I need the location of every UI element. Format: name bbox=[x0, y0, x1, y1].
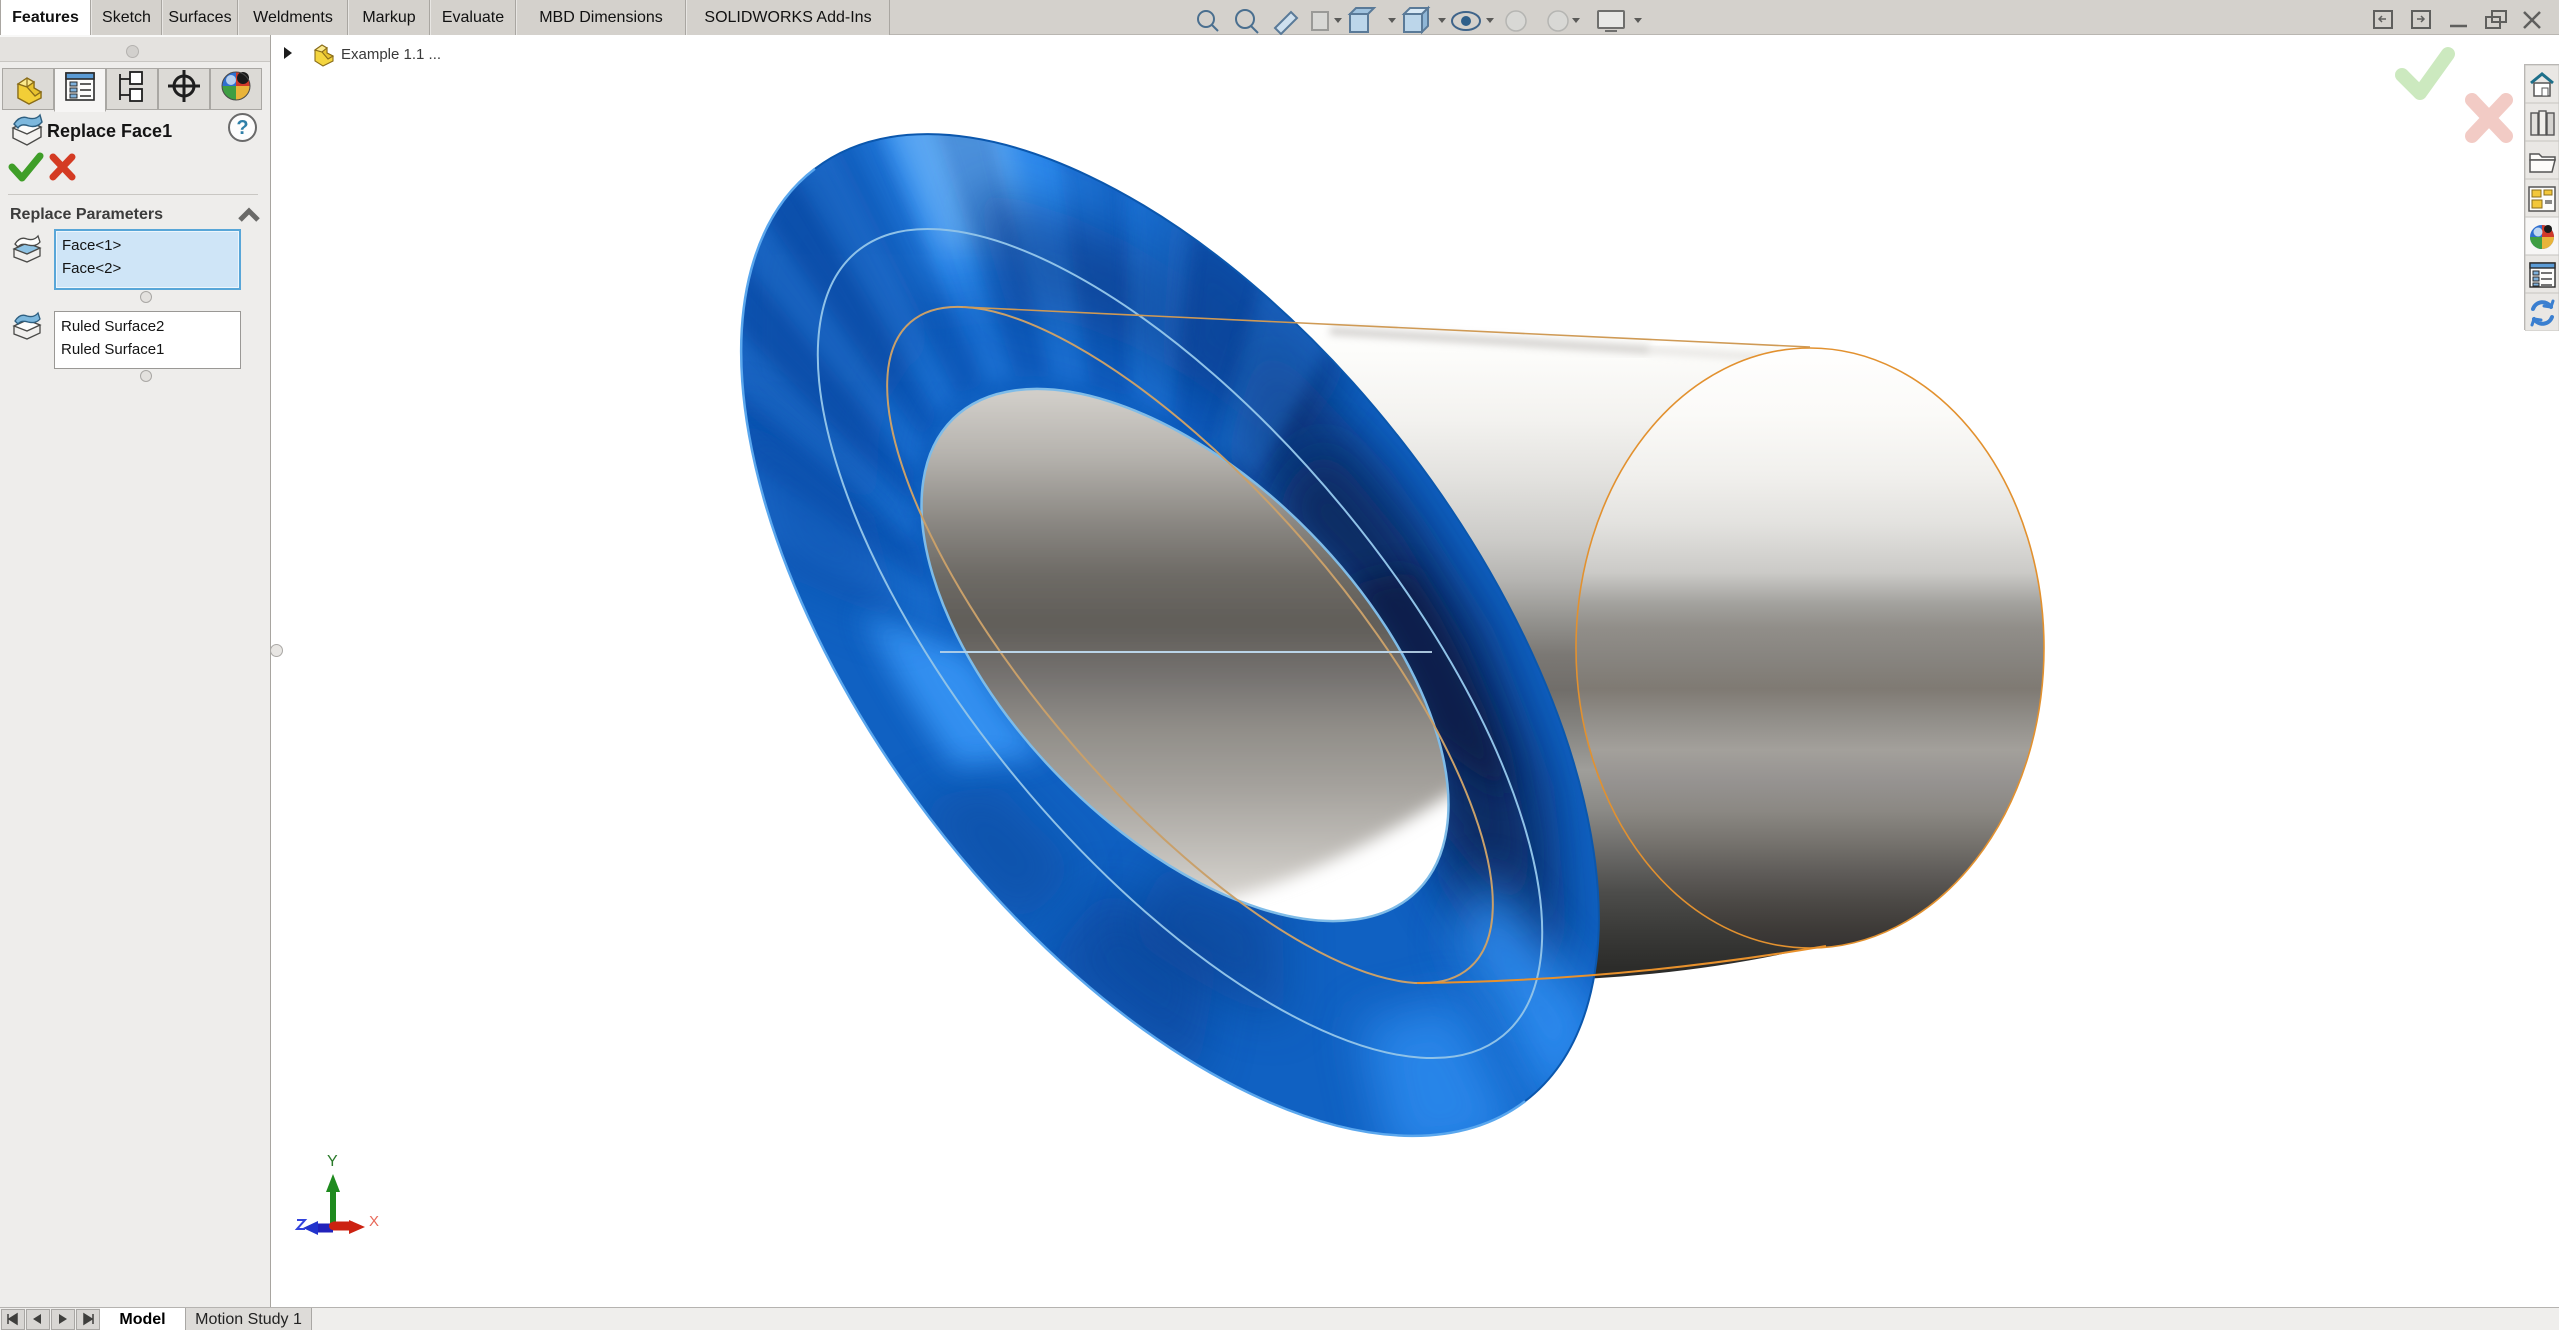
svg-text:Y: Y bbox=[327, 1153, 338, 1170]
svg-text:X: X bbox=[369, 1213, 379, 1230]
